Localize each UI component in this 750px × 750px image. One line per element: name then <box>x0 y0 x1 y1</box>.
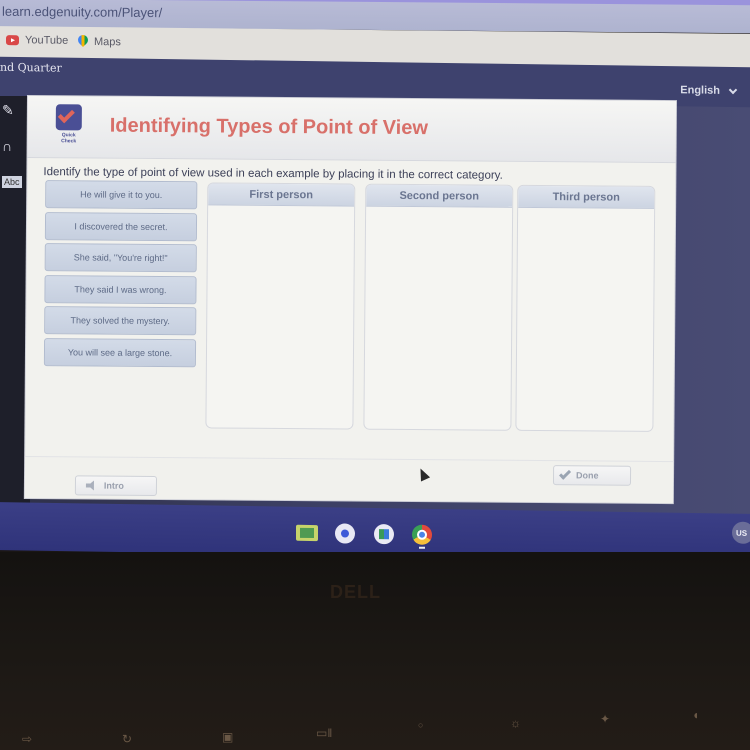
active-app-indicator <box>419 546 425 549</box>
done-button[interactable]: Done <box>552 465 632 486</box>
maps-icon <box>78 35 88 48</box>
classroom-icon[interactable] <box>296 524 318 542</box>
files-icon[interactable] <box>374 523 394 545</box>
overview-key-icon: ▭‖ <box>316 726 333 740</box>
language-label: English <box>680 84 720 97</box>
screen-photo: learn.edgenuity.com/Player/ YouTube Maps… <box>0 0 750 750</box>
drag-tile[interactable]: They said I was wrong. <box>44 274 197 304</box>
checkmark-icon <box>559 467 572 480</box>
keyboard-function-row: ⇨ ↻ ▣ ▭‖ ○ ☼ ✦ ◖ <box>0 680 750 750</box>
drag-tile[interactable]: He will give it to you. <box>45 180 198 210</box>
course-title: nd Quarter <box>0 60 62 75</box>
speaker-icon <box>86 480 96 490</box>
drag-tile[interactable]: You will see a large stone. <box>43 337 197 367</box>
activity-title: Identifying Types of Point of View <box>109 114 429 140</box>
instructions: Identify the type of point of view used … <box>43 166 503 182</box>
drop-zone-first-person[interactable]: First person <box>205 182 356 430</box>
bookmark-label: YouTube <box>25 34 69 47</box>
fullscreen-key-icon: ▣ <box>222 730 234 744</box>
activity-panel: Quick Check Identifying Types of Point o… <box>24 96 676 504</box>
done-label: Done <box>575 470 599 481</box>
bookmark-youtube[interactable]: YouTube <box>6 34 68 47</box>
back-key-icon: ⇨ <box>22 732 33 746</box>
tile-bank: He will give it to you. I discovered the… <box>43 180 198 370</box>
intro-label: Intro <box>103 480 124 491</box>
pencil-icon[interactable]: ✎ <box>2 102 14 119</box>
brightness-up-key-icon: ☼ <box>510 716 521 730</box>
bookmark-maps[interactable]: Maps <box>78 35 121 48</box>
column-header: Second person <box>366 184 513 208</box>
check-icon <box>57 106 75 124</box>
headphones-icon[interactable]: ∩ <box>2 138 12 154</box>
input-method-badge[interactable]: US <box>732 521 750 544</box>
refresh-key-icon: ↻ <box>122 732 133 746</box>
chrome-icon[interactable] <box>412 524 432 545</box>
dictionary-icon[interactable]: Abc <box>2 176 22 188</box>
drag-tile[interactable]: They solved the mystery. <box>44 306 197 336</box>
intro-button[interactable]: Intro <box>74 475 158 497</box>
column-header: First person <box>208 183 355 207</box>
mute-key-icon: ✦ <box>600 712 611 726</box>
drop-zone-second-person[interactable]: Second person <box>363 183 514 431</box>
brightness-down-key-icon: ○ <box>418 720 424 730</box>
url-text[interactable]: learn.edgenuity.com/Player/ <box>2 4 162 20</box>
laptop-brand-logo: DELL <box>330 582 381 602</box>
bookmark-label: Maps <box>94 35 121 48</box>
volume-key-icon: ◖ <box>692 708 700 722</box>
camera-icon[interactable] <box>335 523 355 544</box>
drag-tile[interactable]: She said, "You're right!" <box>44 243 197 273</box>
drag-tile[interactable]: I discovered the secret. <box>44 211 198 241</box>
chevron-down-icon <box>728 85 738 94</box>
activity-header: Quick Check Identifying Types of Point o… <box>27 96 676 164</box>
activity-footer: Intro Done <box>24 455 674 504</box>
quick-check-label: Quick Check <box>61 132 77 145</box>
youtube-icon <box>6 35 19 46</box>
column-header: Third person <box>518 185 655 209</box>
drop-zone-third-person[interactable]: Third person <box>515 184 656 432</box>
language-selector[interactable]: English <box>680 84 738 97</box>
quick-check-badge <box>55 104 82 131</box>
